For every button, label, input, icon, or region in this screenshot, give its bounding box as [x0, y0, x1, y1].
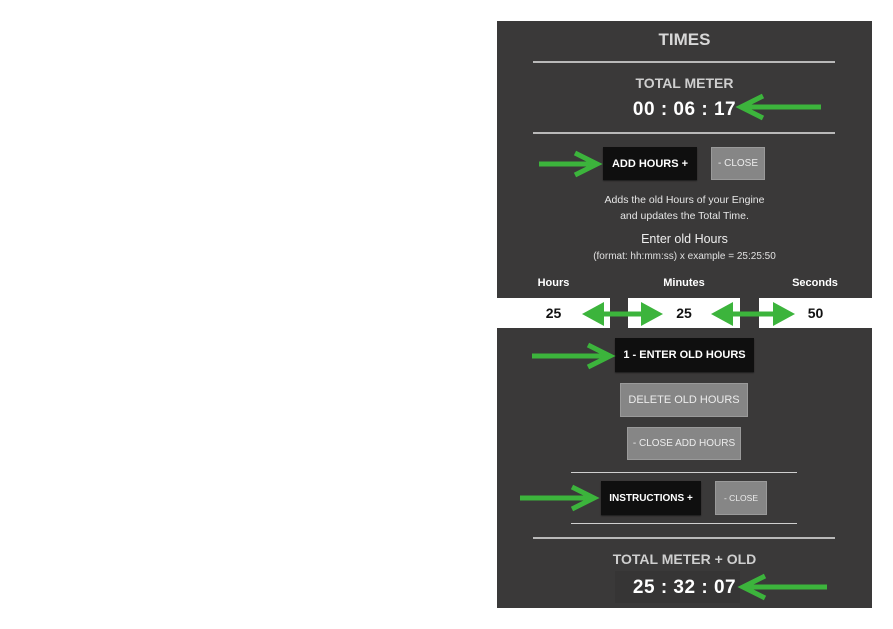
add-hours-description-line2: and updates the Total Time. [620, 210, 749, 222]
arrow-left-icon [735, 93, 821, 121]
title-divider [533, 61, 835, 63]
delete-old-hours-button[interactable]: DELETE OLD HOURS [620, 383, 748, 417]
hours-label: Hours [537, 277, 570, 289]
instructions-button[interactable]: INSTRUCTIONS + [601, 481, 701, 515]
add-hours-description-line1: Adds the old Hours of your Engine [604, 194, 765, 206]
panel-title: TIMES [658, 30, 711, 49]
double-arrow-icon [711, 302, 795, 326]
format-hint: (format: hh:mm:ss) x example = 25:25:50 [593, 251, 776, 262]
seconds-label: Seconds [792, 277, 838, 289]
double-arrow-icon [582, 302, 663, 326]
close-add-hours-button[interactable]: - CLOSE ADD HOURS [627, 427, 741, 460]
total-meter-label: TOTAL METER [635, 75, 734, 91]
total-meter-old-divider [533, 537, 835, 539]
arrow-left-icon [737, 573, 827, 601]
total-meter-old-label: TOTAL METER + OLD [612, 551, 757, 567]
enter-old-hours-label: Enter old Hours [641, 232, 728, 246]
total-meter-divider [533, 132, 835, 134]
instructions-top-divider [571, 472, 797, 473]
close-button[interactable]: - CLOSE [711, 147, 765, 180]
arrow-right-icon [532, 342, 616, 370]
instructions-close-button[interactable]: - CLOSE [715, 481, 767, 515]
instructions-bottom-divider [571, 523, 797, 524]
minutes-label: Minutes [663, 277, 705, 289]
arrow-right-icon [539, 150, 603, 178]
arrow-right-icon [520, 484, 600, 512]
enter-old-hours-button[interactable]: 1 - ENTER OLD HOURS [615, 338, 754, 372]
add-hours-button[interactable]: ADD HOURS + [603, 147, 697, 180]
